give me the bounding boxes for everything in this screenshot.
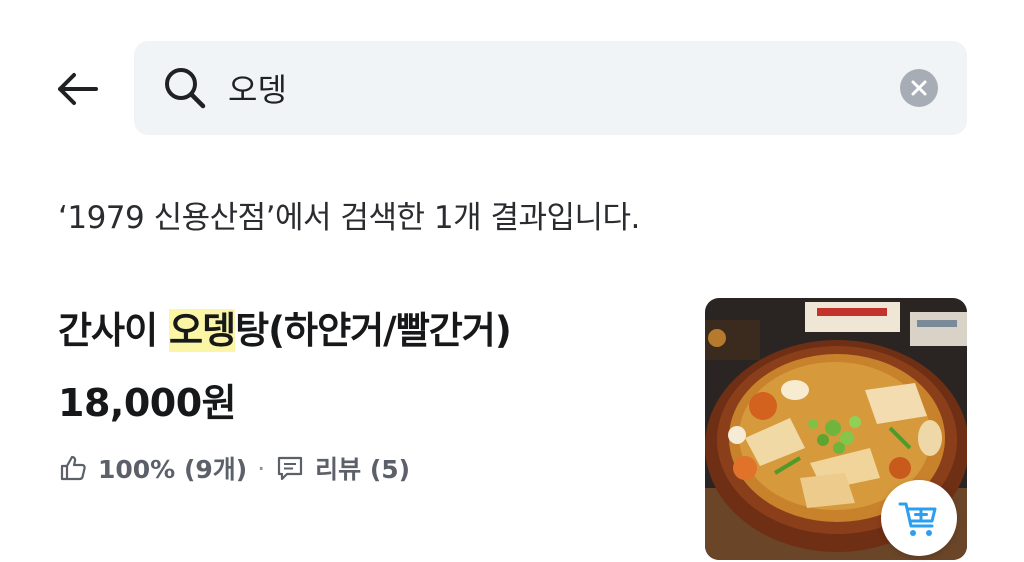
add-to-cart-button[interactable] (881, 480, 957, 556)
search-highlight: 오뎅 (169, 309, 236, 352)
search-icon (165, 68, 206, 109)
menu-price: 18,000원 (58, 381, 237, 425)
menu-item[interactable]: 간사이 오뎅탕(하얀거/빨간거) 18,000원 100% (9개) · 리뷰 … (0, 280, 1024, 562)
rating-text: 100% (9개) (98, 455, 248, 484)
meta-separator: · (257, 453, 266, 483)
clear-search-button[interactable] (900, 69, 938, 107)
comment-icon (275, 453, 305, 483)
search-box[interactable] (134, 41, 967, 135)
menu-name-prefix: 간사이 (58, 309, 170, 352)
menu-meta: 100% (9개) · 리뷰 (5) (58, 448, 410, 488)
review-label[interactable]: 리뷰 (5) (315, 450, 410, 486)
thumbs-up-icon (58, 453, 88, 483)
arrow-left-icon (58, 73, 98, 105)
result-caption: ‘1979 신용산점’에서 검색한 1개 결과입니다. (58, 200, 640, 236)
add-to-cart-icon (898, 502, 937, 536)
menu-name: 간사이 오뎅탕(하얀거/빨간거) (58, 300, 512, 354)
menu-name-suffix: 탕(하얀거/빨간거) (235, 309, 512, 352)
back-button[interactable] (50, 62, 104, 116)
clear-circle-icon (911, 80, 927, 96)
search-input[interactable] (228, 57, 868, 119)
